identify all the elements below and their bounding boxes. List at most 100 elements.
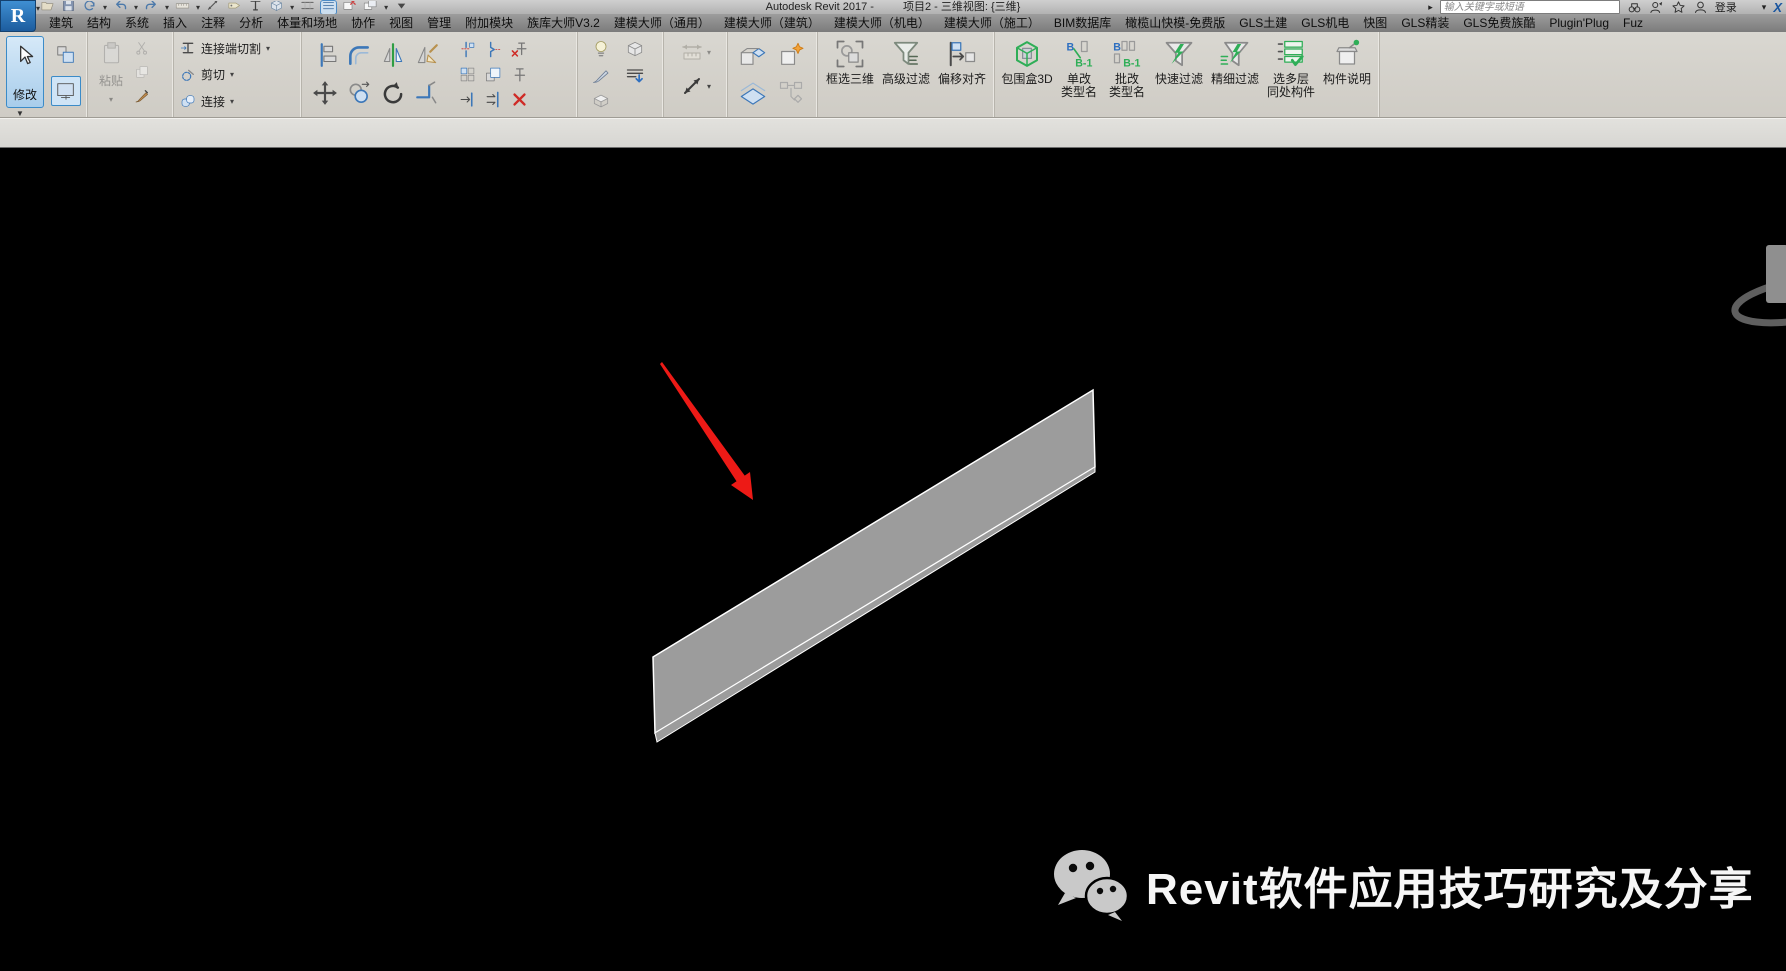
multi-trim-icon[interactable] [485,91,502,108]
view-cube-partial[interactable] [1731,245,1786,331]
sign-in-button[interactable]: 登录 [1715,0,1737,15]
corner-trim-icon[interactable] [414,80,440,106]
cut-to-clipboard-icon[interactable] [134,40,150,56]
ribbon-tab-2[interactable]: 系统 [118,14,156,32]
exchange-apps-icon[interactable]: X [1773,1,1782,14]
ribbon-tab-20[interactable]: 快图 [1356,14,1394,32]
paste-button[interactable]: 粘贴 ▾ [94,36,128,108]
ribbon-tab-7[interactable]: 协作 [344,14,382,32]
ribbon-tab-9[interactable]: 管理 [420,14,458,32]
drawing-area[interactable]: Revit软件应用技巧研究及分享 [0,148,1786,971]
hide-lines-icon[interactable] [625,65,645,85]
select-panel-dropdown-icon[interactable]: ▼ [16,109,24,118]
modify-button[interactable]: 修改 [6,36,44,108]
rename-batch-type-button[interactable]: B B-1 批改 类型名 [1103,35,1151,113]
pin-icon[interactable] [511,66,528,83]
scale-icon[interactable] [485,66,502,83]
ribbon-tab-24[interactable]: Fuz [1616,14,1650,32]
offset-align-button[interactable]: 偏移对齐 [934,35,990,113]
cut-geometry-icon [180,67,196,83]
ribbon-tab-22[interactable]: GLS免费族酷 [1456,14,1542,32]
dimension-diagonal-icon [680,74,704,98]
lightbulb-icon[interactable] [591,39,611,59]
create-panel [728,32,818,117]
select-boxes-toggle[interactable] [51,40,81,70]
brush-override-icon[interactable] [591,65,611,85]
box-select-3d-button[interactable]: 框选三维 [822,35,878,113]
rename-single-type-button[interactable]: B B-1 单改 类型名 [1055,35,1103,113]
ribbon-tab-11[interactable]: 族库大师V3.2 [520,14,607,32]
offset-icon[interactable] [346,42,372,68]
mirror-pick-icon[interactable] [380,42,406,68]
component-note-button[interactable]: 构件说明 [1319,35,1375,113]
cope-icon [180,40,196,56]
join-geometry-button[interactable]: 连接 ▾ [180,91,234,111]
align-icon[interactable] [312,42,338,68]
ribbon-tab-3[interactable]: 插入 [156,14,194,32]
advanced-filter-button[interactable]: 高级过滤 [878,35,934,113]
split-icon[interactable] [459,41,476,58]
application-menu-caret-icon[interactable]: ▾ [36,4,40,13]
cope-button[interactable]: 连接端切割 ▾ [180,38,270,58]
search-expand-arrow-icon[interactable]: ▸ [1428,2,1433,13]
copy-to-clipboard-icon[interactable] [134,64,150,80]
sign-in-dropdown-icon[interactable]: ▾ [1762,2,1767,13]
cubes-pair-icon[interactable] [739,41,767,69]
gap-split-icon[interactable] [485,41,502,58]
fine-filter-button[interactable]: 精细过滤 [1207,35,1263,113]
app-title: Autodesk Revit 2017 - [765,1,874,13]
ribbon-tab-17[interactable]: 橄榄山快模-免费版 [1118,14,1232,32]
ribbon-tab-10[interactable]: 附加模块 [458,14,520,32]
measure-between-refs-button[interactable]: ▾ [680,74,711,98]
sections-stack-icon[interactable] [739,79,767,107]
ribbon-tab-18[interactable]: GLS土建 [1232,14,1294,32]
communication-center-icon[interactable] [1649,1,1664,14]
section-box-icon[interactable] [591,91,611,111]
ribbon-tab-16[interactable]: BIM数据库 [1047,14,1118,32]
match-properties-icon[interactable] [134,88,150,104]
search-input[interactable] [1439,0,1620,14]
clipboard-panel: 粘贴 ▾ [88,32,174,117]
view-box-3d-icon[interactable] [625,39,645,59]
svg-text:B-1: B-1 [1123,58,1140,70]
drag-select-toggle[interactable] [51,76,81,106]
ribbon-tab-5[interactable]: 分析 [232,14,270,32]
ribbon-tab-8[interactable]: 视图 [382,14,420,32]
quick-filter-button[interactable]: 快速过滤 [1151,35,1207,113]
mirror-draw-icon[interactable] [414,42,440,68]
ribbon-tab-21[interactable]: GLS精装 [1394,14,1456,32]
search-icon[interactable] [1627,1,1642,14]
cut-geometry-button[interactable]: 剪切 ▾ [180,65,234,85]
pointer-cursor-icon [12,43,38,69]
ribbon-tab-12[interactable]: 建模大师（通用） [607,14,717,32]
multi-layer-select-button[interactable]: 选多层 同处构件 [1263,35,1319,113]
cube-new-icon[interactable] [777,41,805,69]
ribbon-tab-13[interactable]: 建模大师（建筑） [717,14,827,32]
trim-extend-icon[interactable] [459,91,476,108]
ribbon-tab-15[interactable]: 建模大师（施工） [937,14,1047,32]
rotate-icon[interactable] [380,80,406,106]
ribbon-tab-0[interactable]: 建筑 [42,14,80,32]
ribbon-tab-14[interactable]: 建模大师（机电） [827,14,937,32]
ribbon-tab-1[interactable]: 结构 [80,14,118,32]
flow-diagram-icon[interactable] [777,79,805,107]
application-menu-button[interactable]: R [0,0,36,32]
favorites-icon[interactable] [1671,0,1686,14]
ribbon-tab-23[interactable]: Plugin'Plug [1542,14,1616,32]
slab-bottom-edge[interactable] [654,466,1096,743]
move-icon[interactable] [312,80,338,106]
measure-button[interactable]: ▾ [680,40,711,64]
ribbon-tab-4[interactable]: 注释 [194,14,232,32]
paste-dropdown-icon: ▾ [108,95,113,104]
ribbon-tab-19[interactable]: GLS机电 [1294,14,1356,32]
delete-icon[interactable] [511,91,528,108]
unpin-icon[interactable] [511,41,528,58]
chevron-down-icon: ▾ [230,96,235,106]
copy-element-icon[interactable] [346,80,372,106]
sign-in-avatar-icon[interactable] [1693,1,1708,14]
fine-filter-icon [1220,39,1250,69]
ribbon-tab-6[interactable]: 体量和场地 [270,14,344,32]
geometry-panel: 连接端切割 ▾ 剪切 ▾ 连接 ▾ [174,32,302,117]
bounding-box-3d-button[interactable]: 包围盒3D [999,35,1055,113]
array-icon[interactable] [459,66,476,83]
